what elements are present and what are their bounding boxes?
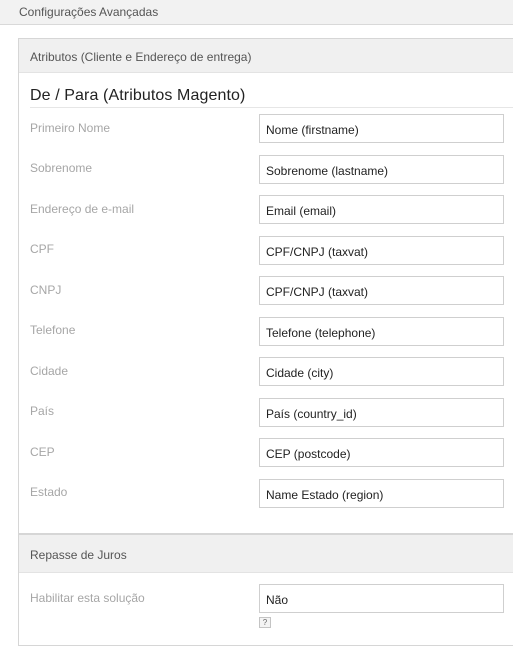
enable-solution-select[interactable]: Não	[259, 584, 504, 613]
label-email: Endereço de e-mail	[30, 202, 135, 216]
section-title: De / Para (Atributos Magento)	[30, 87, 246, 104]
interest-panel: Repasse de Juros Habilitar esta solução …	[18, 534, 513, 646]
phone-select[interactable]: Telefone (telephone)	[259, 317, 504, 346]
label-state: Estado	[30, 485, 68, 499]
label-last-name: Sobrenome	[30, 161, 93, 175]
label-country: País	[30, 404, 55, 418]
advanced-settings-title: Configurações Avançadas	[19, 5, 159, 19]
country-select[interactable]: País (country_id)	[259, 398, 504, 427]
label-city: Cidade	[30, 364, 69, 378]
postcode-select[interactable]: CEP (postcode)	[259, 438, 504, 467]
label-first-name: Primeiro Nome	[30, 121, 111, 135]
city-select[interactable]: Cidade (city)	[259, 357, 504, 386]
attributes-panel-header[interactable]: Atributos (Cliente e Endereço de entrega…	[19, 39, 513, 73]
cpf-select[interactable]: CPF/CNPJ (taxvat)	[259, 236, 504, 265]
section-divider	[30, 107, 513, 108]
email-select[interactable]: Email (email)	[259, 195, 504, 224]
interest-panel-title: Repasse de Juros	[30, 548, 127, 562]
label-enable-solution: Habilitar esta solução	[30, 591, 145, 605]
first-name-select[interactable]: Nome (firstname)	[259, 114, 504, 143]
label-phone: Telefone	[30, 323, 76, 337]
attributes-panel: Atributos (Cliente e Endereço de entrega…	[18, 38, 513, 534]
interest-panel-header[interactable]: Repasse de Juros	[19, 535, 513, 573]
state-select[interactable]: Name Estado (region)	[259, 479, 504, 508]
label-cnpj: CNPJ	[30, 283, 62, 297]
label-postcode: CEP	[30, 445, 55, 459]
last-name-select[interactable]: Sobrenome (lastname)	[259, 155, 504, 184]
help-icon[interactable]: ?	[259, 617, 271, 628]
cnpj-select[interactable]: CPF/CNPJ (taxvat)	[259, 276, 504, 305]
attributes-panel-title: Atributos (Cliente e Endereço de entrega…	[30, 50, 252, 64]
label-cpf: CPF	[30, 242, 54, 256]
advanced-settings-header[interactable]: Configurações Avançadas	[0, 0, 513, 25]
